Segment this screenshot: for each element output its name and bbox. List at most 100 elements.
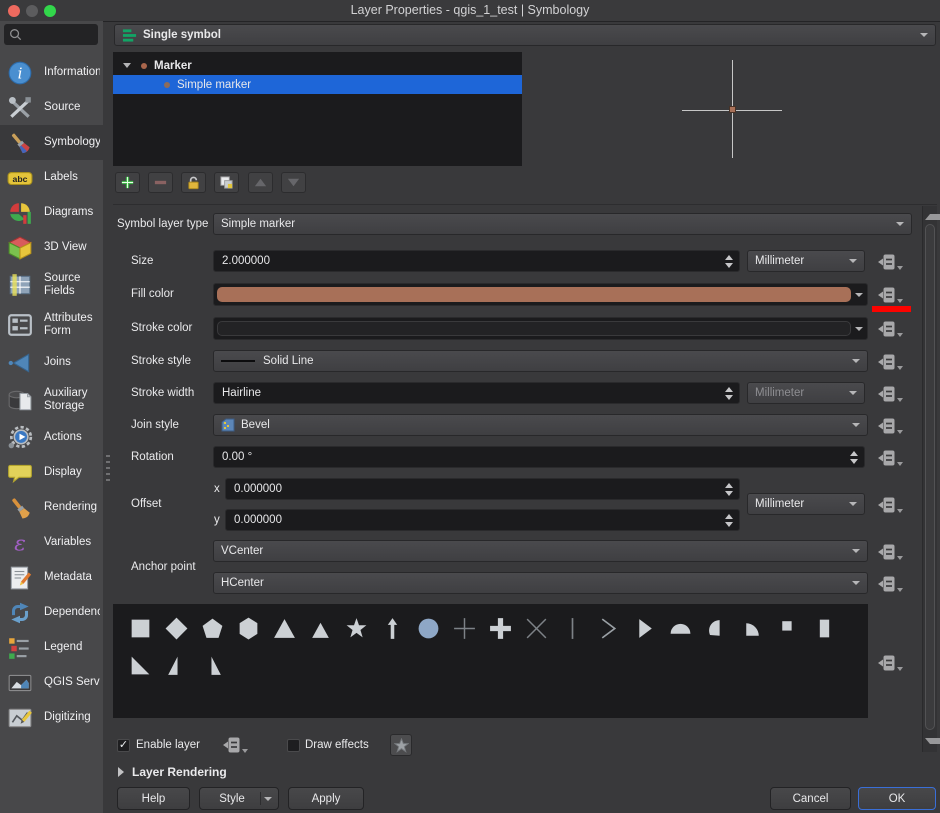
sidebar-item-source-fields[interactable]: Source Fields xyxy=(0,265,103,305)
scroll-up-icon[interactable] xyxy=(925,214,940,220)
offset-unit-dropdown[interactable]: Millimeter xyxy=(747,493,865,515)
shape-cross[interactable] xyxy=(446,610,482,647)
stroke-width-input[interactable]: Hairline xyxy=(213,382,740,404)
sidebar-item-attributes-form[interactable]: Attributes Form xyxy=(0,305,103,345)
stroke-color-override-button[interactable] xyxy=(877,318,901,339)
sidebar-item-source[interactable]: Source xyxy=(0,90,103,125)
stroke-width-spinner[interactable] xyxy=(725,383,735,403)
shape-square[interactable] xyxy=(122,610,158,647)
shape-triangle[interactable] xyxy=(266,610,302,647)
shape-star[interactable] xyxy=(338,610,374,647)
shape-filled-arrowhead[interactable] xyxy=(626,610,662,647)
rotation-input[interactable]: 0.00 ° xyxy=(213,446,865,468)
sidebar-item-metadata[interactable]: Metadata xyxy=(0,560,103,595)
shape-quarter-square[interactable] xyxy=(770,610,806,647)
stroke-color-button[interactable] xyxy=(213,317,868,340)
offset-y-spinner[interactable] xyxy=(725,510,735,530)
offset-y-input[interactable]: 0.000000 xyxy=(225,509,740,531)
shape-arrow[interactable] xyxy=(374,610,410,647)
rotation-spinner[interactable] xyxy=(850,447,860,467)
apply-button[interactable]: Apply xyxy=(288,787,364,810)
stroke-style-dropdown[interactable]: Solid Line xyxy=(213,350,868,372)
shape-line[interactable] xyxy=(554,610,590,647)
tree-item-simple-marker[interactable]: Simple marker xyxy=(113,75,522,94)
shape-override-button[interactable] xyxy=(877,652,901,673)
shape-circle-selected[interactable] xyxy=(410,610,446,647)
anchor-vertical-dropdown[interactable]: VCenter xyxy=(213,540,868,562)
sidebar-item-symbology[interactable]: Symbology xyxy=(0,125,103,160)
sidebar-item-3d-view[interactable]: 3D View xyxy=(0,230,103,265)
fill-color-button[interactable] xyxy=(213,283,868,306)
sidebar-item-legend[interactable]: Legend xyxy=(0,630,103,665)
anchor-horizontal-dropdown[interactable]: HCenter xyxy=(213,572,868,594)
shape-right-half-triangle[interactable] xyxy=(158,647,194,684)
size-unit-dropdown[interactable]: Millimeter xyxy=(747,250,865,272)
shape-cross-fill[interactable] xyxy=(482,610,518,647)
shape-third-circle[interactable] xyxy=(698,610,734,647)
shape-left-half-triangle[interactable] xyxy=(194,647,230,684)
sidebar-item-digitizing[interactable]: Digitizing xyxy=(0,700,103,735)
sidebar-item-joins[interactable]: Joins xyxy=(0,345,103,380)
rotation-override-button[interactable] xyxy=(877,447,901,468)
shape-quarter-circle[interactable] xyxy=(734,610,770,647)
remove-symbol-layer-button[interactable] xyxy=(148,172,173,193)
enable-layer-override-button[interactable] xyxy=(222,734,246,755)
lock-colors-button[interactable] xyxy=(181,172,206,193)
size-spinner[interactable] xyxy=(725,251,735,271)
sidebar-item-qgis-server[interactable]: QGIS Server xyxy=(0,665,103,700)
renderer-dropdown[interactable]: Single symbol xyxy=(114,24,936,46)
sidebar-item-actions[interactable]: Actions xyxy=(0,420,103,455)
enable-layer-checkbox[interactable]: ✓ xyxy=(117,739,130,752)
scrollbar-thumb[interactable] xyxy=(925,224,935,730)
sidebar-item-dependencies[interactable]: Dependencies xyxy=(0,595,103,630)
shape-equilateral-triangle[interactable] xyxy=(302,610,338,647)
symbol-layer-type-dropdown[interactable]: Simple marker xyxy=(213,213,912,235)
stroke-width-override-button[interactable] xyxy=(877,383,901,404)
join-style-override-button[interactable] xyxy=(877,415,901,436)
offset-override-button[interactable] xyxy=(877,494,901,515)
add-symbol-layer-button[interactable] xyxy=(115,172,140,193)
properties-scrollbar[interactable] xyxy=(922,206,937,752)
stroke-width-unit-dropdown[interactable]: Millimeter xyxy=(747,382,865,404)
style-button[interactable]: Style xyxy=(199,787,279,810)
shape-semicircle[interactable] xyxy=(662,610,698,647)
panel-splitter-handle[interactable] xyxy=(106,455,110,483)
ok-button[interactable]: OK xyxy=(858,787,936,810)
shape-diagonal-half-square[interactable] xyxy=(122,647,158,684)
duplicate-symbol-layer-button[interactable] xyxy=(214,172,239,193)
sidebar-item-auxiliary-storage[interactable]: Auxiliary Storage xyxy=(0,380,103,420)
offset-x-input[interactable]: 0.000000 xyxy=(225,478,740,500)
shape-hexagon[interactable] xyxy=(230,610,266,647)
shape-pentagon[interactable] xyxy=(194,610,230,647)
size-override-button[interactable] xyxy=(877,251,901,272)
cancel-button[interactable]: Cancel xyxy=(770,787,851,810)
draw-effects-checkbox[interactable] xyxy=(287,739,300,752)
expand-arrow-icon[interactable] xyxy=(123,63,131,68)
shape-diamond[interactable] xyxy=(158,610,194,647)
sidebar-item-rendering[interactable]: Rendering xyxy=(0,490,103,525)
stroke-style-override-button[interactable] xyxy=(877,351,901,372)
effects-customize-button[interactable] xyxy=(390,734,412,756)
help-button[interactable]: Help xyxy=(117,787,190,810)
layer-rendering-header[interactable]: Layer Rendering xyxy=(132,765,227,779)
size-input[interactable]: 2.000000 xyxy=(213,250,740,272)
move-down-button[interactable] xyxy=(281,172,306,193)
offset-x-spinner[interactable] xyxy=(725,479,735,499)
sidebar-item-diagrams[interactable]: Diagrams xyxy=(0,195,103,230)
sidebar-item-information[interactable]: iInformation xyxy=(0,55,103,90)
move-up-button[interactable] xyxy=(248,172,273,193)
scroll-down-icon[interactable] xyxy=(925,738,940,744)
layer-rendering-expand-icon[interactable] xyxy=(118,767,124,777)
sidebar-item-display[interactable]: Display xyxy=(0,455,103,490)
shape-cross2[interactable] xyxy=(518,610,554,647)
sidebar-item-variables[interactable]: εVariables xyxy=(0,525,103,560)
sidebar-item-labels[interactable]: abcLabels xyxy=(0,160,103,195)
shape-half-square[interactable] xyxy=(806,610,842,647)
search-input[interactable] xyxy=(4,24,98,45)
shape-arrowhead[interactable] xyxy=(590,610,626,647)
fill-color-override-button[interactable] xyxy=(877,284,901,305)
anchor-vertical-override-button[interactable] xyxy=(877,541,901,562)
anchor-horizontal-override-button[interactable] xyxy=(877,573,901,594)
join-style-dropdown[interactable]: Bevel xyxy=(213,414,868,436)
tree-item-marker[interactable]: Marker xyxy=(113,56,522,75)
